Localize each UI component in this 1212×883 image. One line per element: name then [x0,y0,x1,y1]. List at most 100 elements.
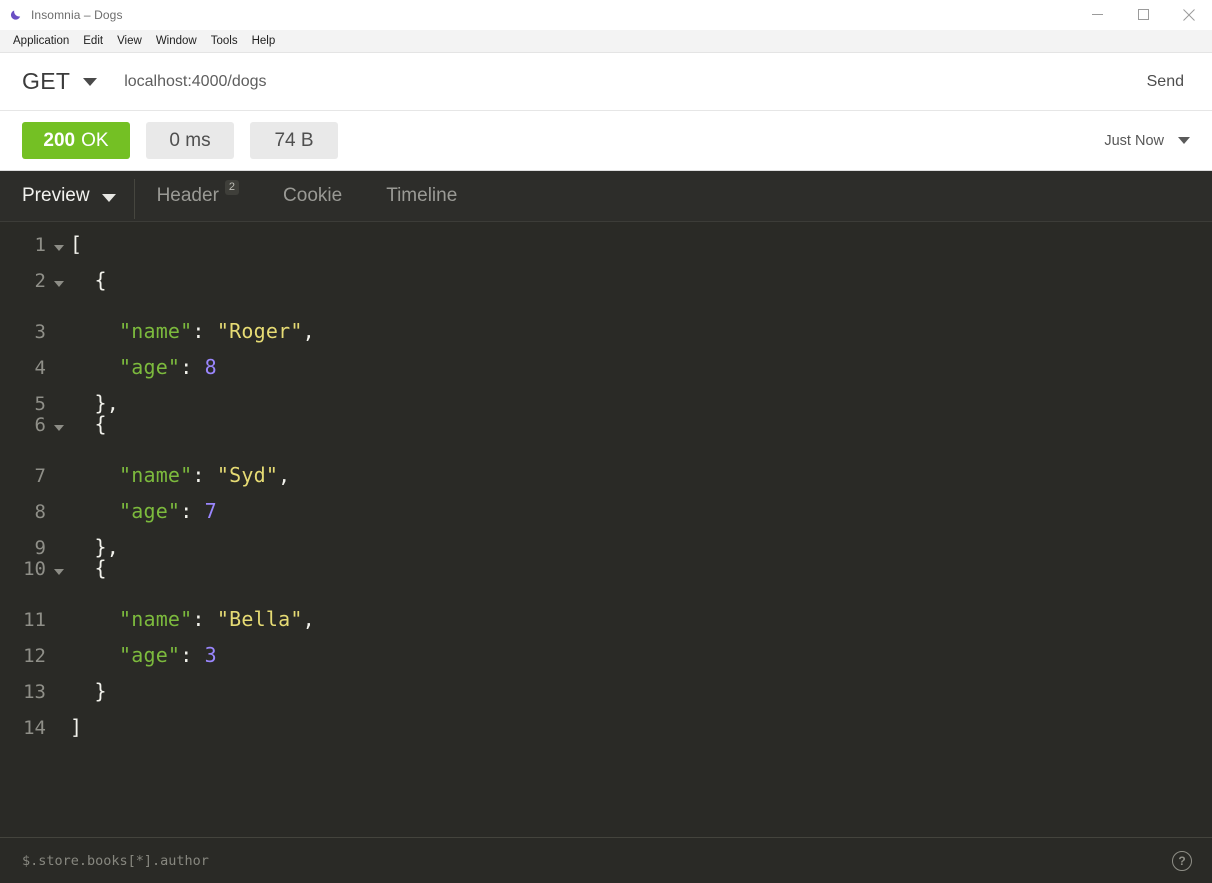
maximize-icon[interactable] [1120,0,1166,29]
title-bar-left: Insomnia – Dogs [0,8,123,22]
line-number: 12 [23,645,46,667]
tab-timeline-label: Timeline [386,185,458,206]
tab-cookie[interactable]: Cookie [261,171,364,221]
code-line: 3 "name": "Roger", [0,302,1212,343]
token-punc: { [94,412,107,436]
response-history-dropdown[interactable]: Just Now [1104,133,1190,149]
menu-item-help[interactable]: Help [245,33,283,49]
insomnia-window: Insomnia – Dogs Application Edit View Wi… [0,0,1212,883]
url-input[interactable] [97,52,1127,111]
line-number: 9 [34,537,46,559]
line-number: 4 [34,357,46,379]
response-size-badge[interactable]: 74 B [250,122,338,159]
request-url-bar: GET Send [0,52,1212,111]
token-punc: } [94,679,107,703]
code-line: 13 } [0,662,1212,703]
token-str: "Roger" [216,319,303,343]
fold-triangle-icon[interactable] [48,554,70,590]
code-text: "name": "Syd", [70,463,290,487]
code-line: 7 "name": "Syd", [0,446,1212,487]
chevron-down-icon [101,193,116,202]
chevron-down-icon [83,77,98,86]
line-number: 2 [34,270,46,292]
window-title: Insomnia – Dogs [31,7,123,22]
menu-item-view[interactable]: View [110,33,149,49]
token-str: "Bella" [216,607,303,631]
response-tab-bar: Preview Header 2 Cookie Timeline [0,171,1212,222]
send-button[interactable]: Send [1127,73,1212,91]
token-punc: : [180,643,205,667]
line-number: 11 [23,609,46,631]
response-status-bar: 200 OK 0 ms 74 B Just Now [0,111,1212,171]
response-time-badge[interactable]: 0 ms [146,122,234,159]
json-filter-input[interactable] [20,851,1172,870]
fold-triangle-icon[interactable] [48,410,70,446]
method-selector[interactable]: GET [0,68,98,95]
token-str: "Syd" [216,463,279,487]
tab-cookie-label: Cookie [283,185,343,206]
line-number: 6 [34,414,46,436]
fold-triangle-icon[interactable] [48,230,70,266]
code-text: [ [70,232,82,256]
token-key: "name" [118,607,193,631]
token-punc: : [180,355,205,379]
tab-header-count-badge: 2 [224,180,240,195]
code-text: { [70,412,107,436]
response-timestamp-label: Just Now [1104,132,1164,149]
code-line: 8 "age": 7 [0,482,1212,523]
fold-triangle-icon[interactable] [48,266,70,302]
fold-triangle-icon [54,569,64,575]
code-line: 5 }, [0,374,1212,415]
title-bar: Insomnia – Dogs [0,0,1212,30]
code-line: 12 "age": 3 [0,626,1212,667]
token-punc: : [180,499,205,523]
menu-item-application[interactable]: Application [6,33,76,49]
menu-item-tools[interactable]: Tools [204,33,245,49]
token-num: 7 [204,499,217,523]
token-punc: : [192,463,217,487]
line-number: 3 [34,321,46,343]
token-key: "age" [118,355,181,379]
fold-triangle-icon [54,245,64,251]
tab-header[interactable]: Header 2 [135,171,261,221]
close-icon[interactable] [1166,0,1212,29]
code-text: "name": "Bella", [70,607,315,631]
line-number: 14 [23,717,46,739]
token-num: 8 [204,355,217,379]
fold-triangle-icon [54,281,64,287]
code-line: 4 "age": 8 [0,338,1212,379]
code-text: { [70,268,107,292]
minimize-icon[interactable] [1074,0,1120,29]
tab-timeline[interactable]: Timeline [364,171,479,221]
token-key: "age" [118,499,181,523]
token-punc: [ [70,232,83,256]
fold-triangle-icon [54,425,64,431]
tab-preview-label: Preview [22,185,90,206]
code-line: 6 { [0,410,1212,446]
token-punc: : [192,319,217,343]
tab-preview[interactable]: Preview [0,171,134,221]
json-filter-bar: ? [0,837,1212,883]
menu-item-edit[interactable]: Edit [76,33,110,49]
menu-item-window[interactable]: Window [149,33,204,49]
code-text: ] [70,715,82,739]
help-circle-icon[interactable]: ? [1172,850,1192,871]
code-line: 10 { [0,554,1212,590]
code-line: 14] [0,698,1212,739]
code-text: "age": 7 [70,499,217,523]
code-line: 2 { [0,266,1212,302]
json-response-viewer[interactable]: 1[2 {3 "name": "Roger", 4 "age": 85 }, 6 {… [0,222,1212,837]
token-punc: { [94,556,107,580]
line-number: 5 [34,393,46,415]
line-number: 13 [23,681,46,703]
code-text: "name": "Roger", [70,319,315,343]
token-num: 3 [204,643,217,667]
menu-bar: Application Edit View Window Tools Help [0,30,1212,53]
status-badge[interactable]: 200 OK [22,122,130,159]
